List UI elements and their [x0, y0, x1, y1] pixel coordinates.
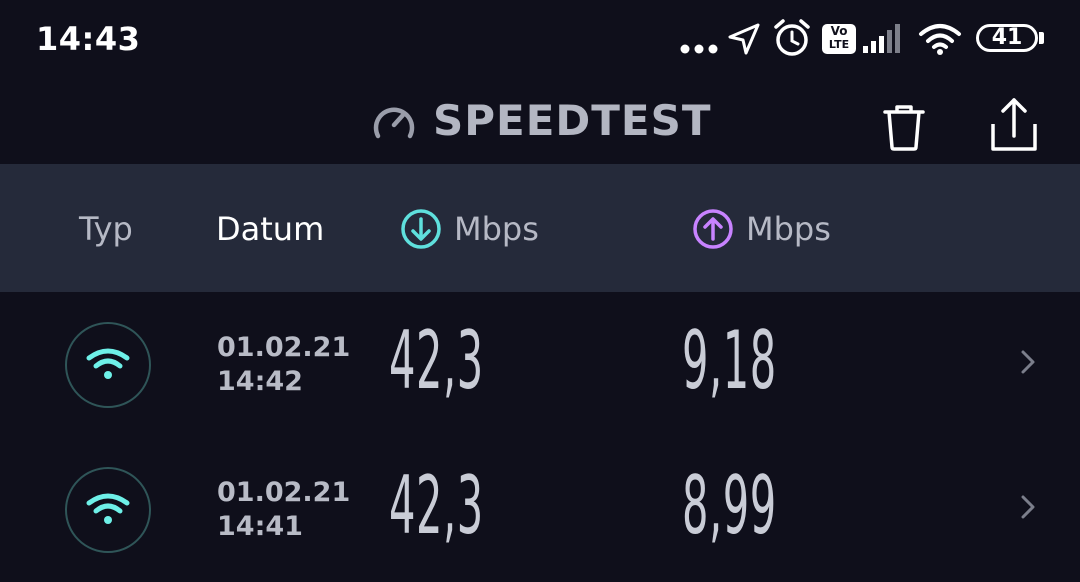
share-button[interactable]: [982, 90, 1046, 154]
result-time: 14:42: [217, 366, 303, 397]
trash-icon: [883, 105, 925, 151]
share-icon: [991, 98, 1037, 151]
volte-icon: Vo LTE: [822, 24, 856, 54]
column-date[interactable]: Datum: [216, 210, 324, 248]
download-arrow-icon: [400, 208, 442, 254]
volte-bottom-label: LTE: [828, 38, 850, 51]
wifi-icon: [86, 348, 130, 379]
upload-value: 8,99: [682, 459, 777, 552]
more-dots-icon: [680, 40, 718, 59]
battery-tip: [1039, 32, 1044, 44]
connection-type-badge: [65, 467, 151, 553]
results-column-header: Typ Datum Mbps Mbps: [0, 164, 1080, 292]
alarm-clock-icon: [772, 18, 812, 62]
result-row[interactable]: 01.02.21 14:42 42,3 9,18: [0, 292, 1080, 437]
result-row[interactable]: 01.02.21 14:41 42,3 8,99: [0, 437, 1080, 582]
battery-level: 41: [991, 25, 1023, 50]
download-value: 42,3: [389, 314, 484, 407]
result-date: 01.02.21: [217, 477, 351, 508]
result-time: 14:41: [217, 511, 303, 542]
upload-arrow-icon: [692, 208, 734, 254]
chevron-right-icon: [1018, 492, 1038, 526]
cell-signal-icon: [862, 22, 904, 58]
volte-top-label: Vo: [830, 24, 848, 38]
chevron-right-icon: [1018, 347, 1038, 381]
upload-value: 9,18: [682, 314, 777, 407]
column-download[interactable]: Mbps: [454, 210, 539, 248]
download-value: 42,3: [389, 459, 484, 552]
location-arrow-icon: [727, 22, 761, 60]
speedometer-icon: [370, 98, 418, 150]
battery-icon: 41: [976, 24, 1038, 52]
status-bar: 14:43 Vo LTE 41: [0, 0, 1080, 80]
app-header: SPEEDTEST: [0, 80, 1080, 164]
delete-history-button[interactable]: [872, 90, 936, 154]
app-title: SPEEDTEST: [433, 96, 712, 145]
column-upload[interactable]: Mbps: [746, 210, 831, 248]
result-date: 01.02.21: [217, 332, 351, 363]
wifi-icon: [918, 22, 962, 60]
status-time: 14:43: [36, 20, 141, 58]
wifi-icon: [86, 493, 130, 524]
column-type[interactable]: Typ: [79, 210, 133, 248]
connection-type-badge: [65, 322, 151, 408]
